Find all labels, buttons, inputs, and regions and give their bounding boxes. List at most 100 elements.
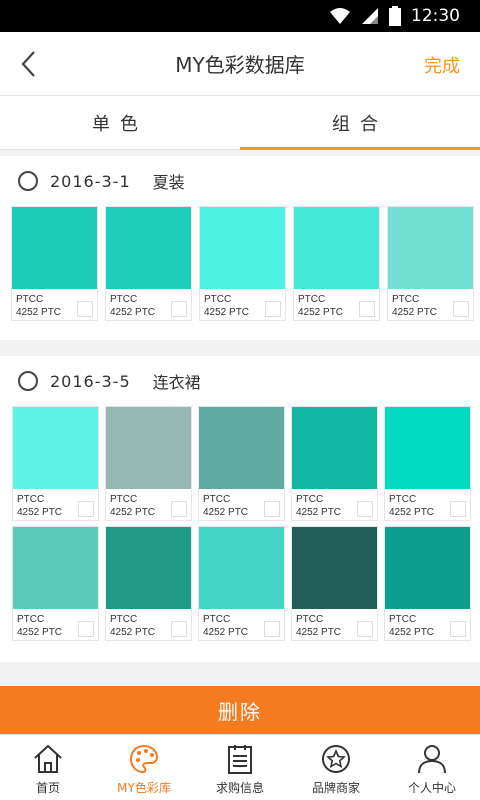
palette-icon (126, 741, 162, 777)
color-chip (106, 527, 191, 609)
color-chip (385, 527, 470, 609)
swatch-label: PTCC 4252 PTC (204, 294, 250, 318)
nav-item-profile[interactable]: 个人中心 (384, 735, 480, 800)
swatch-row: PTCC 4252 PTC PTCC 4252 PTC PTCC 4252 PTC P… (0, 526, 480, 641)
swatch-checkbox[interactable] (77, 301, 93, 317)
list-icon (222, 741, 258, 777)
swatch-checkbox[interactable] (265, 301, 281, 317)
home-icon (30, 741, 66, 777)
swatch-label: PTCC 4252 PTC (16, 294, 62, 318)
color-swatch[interactable]: PTCC 4252 PTC (387, 206, 474, 321)
page-title: MY色彩数据库 (175, 53, 305, 77)
swatch-label: PTCC 4252 PTC (17, 614, 63, 638)
swatch-row: PTCC 4252 PTC PTCC 4252 PTC PTCC 4252 PTC P… (0, 406, 480, 521)
color-chip (106, 407, 191, 489)
color-group: 2016-3-1 夏装 PTCC 4252 PTC PTCC 4252 PTC PT… (0, 156, 480, 340)
nav-item-purchase-info[interactable]: 求购信息 (192, 735, 288, 800)
color-chip (12, 207, 97, 289)
tab-bar: 单色 组合 (0, 96, 480, 150)
color-swatch[interactable]: PTCC 4252 PTC (105, 406, 192, 521)
chevron-left-icon (21, 51, 35, 77)
swatch-checkbox[interactable] (171, 301, 187, 317)
group-name: 连衣裙 (152, 373, 201, 392)
group-date: 2016-3-5 (50, 371, 131, 391)
done-button[interactable]: 完成 (424, 52, 460, 78)
color-swatch[interactable]: PTCC 4252 PTC (384, 526, 471, 641)
nav-label: 品牌商家 (311, 781, 360, 795)
swatch-label: PTCC 4252 PTC (298, 294, 344, 318)
color-swatch[interactable]: PTCC 4252 PTC (293, 206, 380, 321)
color-chip (385, 407, 470, 489)
color-swatch[interactable]: PTCC 4252 PTC (198, 526, 285, 641)
nav-item-home[interactable]: 首页 (0, 735, 96, 800)
swatch-checkbox[interactable] (357, 501, 373, 517)
group-header: 2016-3-1 夏装 (0, 156, 480, 206)
color-swatch[interactable]: PTCC 4252 PTC (11, 206, 98, 321)
color-chip (13, 527, 98, 609)
select-radio[interactable] (18, 371, 38, 391)
brand-badge-icon (318, 741, 354, 777)
color-chip (199, 527, 284, 609)
swatch-label: PTCC 4252 PTC (389, 614, 435, 638)
nav-label: 个人中心 (407, 781, 456, 795)
swatch-checkbox[interactable] (453, 301, 469, 317)
swatch-label: PTCC 4252 PTC (203, 494, 249, 518)
swatch-checkbox[interactable] (171, 621, 187, 637)
back-button[interactable] (12, 46, 44, 82)
color-swatch[interactable]: PTCC 4252 PTC (12, 526, 99, 641)
tab-combination[interactable]: 组合 (240, 96, 480, 150)
color-chip (199, 407, 284, 489)
status-time: 12:30 (411, 6, 460, 26)
color-swatch[interactable]: PTCC 4252 PTC (198, 406, 285, 521)
color-swatch[interactable]: PTCC 4252 PTC (105, 526, 192, 641)
app-header: MY色彩数据库 完成 (0, 32, 480, 96)
swatch-checkbox[interactable] (357, 621, 373, 637)
select-radio[interactable] (18, 171, 38, 191)
color-chip (106, 207, 191, 289)
group-name: 夏装 (152, 173, 185, 192)
color-swatch[interactable]: PTCC 4252 PTC (291, 526, 378, 641)
color-swatch[interactable]: PTCC 4252 PTC (12, 406, 99, 521)
status-bar: 12:30 (0, 0, 480, 32)
swatch-label: PTCC 4252 PTC (110, 294, 156, 318)
color-swatch[interactable]: PTCC 4252 PTC (384, 406, 471, 521)
swatch-checkbox[interactable] (264, 621, 280, 637)
swatch-checkbox[interactable] (264, 501, 280, 517)
swatch-checkbox[interactable] (450, 621, 466, 637)
group-header: 2016-3-5 连衣裙 (0, 356, 480, 406)
color-group: 2016-3-5 连衣裙 PTCC 4252 PTC PTCC 4252 PTC P… (0, 356, 480, 662)
color-chip (388, 207, 473, 289)
bottom-nav: 首页 MY色彩库 求购信息 品牌商家 个人中心 (0, 734, 480, 800)
color-chip (292, 407, 377, 489)
color-chip (200, 207, 285, 289)
swatch-checkbox[interactable] (359, 301, 375, 317)
color-chip (13, 407, 98, 489)
nav-label: 首页 (35, 781, 60, 795)
swatch-checkbox[interactable] (450, 501, 466, 517)
swatch-label: PTCC 4252 PTC (389, 494, 435, 518)
swatch-label: PTCC 4252 PTC (296, 614, 342, 638)
swatch-label: PTCC 4252 PTC (110, 494, 156, 518)
wifi-icon (330, 8, 350, 24)
signal-icon (362, 8, 378, 24)
swatch-checkbox[interactable] (171, 501, 187, 517)
color-swatch[interactable]: PTCC 4252 PTC (291, 406, 378, 521)
nav-label: MY色彩库 (117, 781, 171, 795)
color-swatch[interactable]: PTCC 4252 PTC (105, 206, 192, 321)
delete-button[interactable]: 删除 (0, 686, 480, 734)
battery-icon (389, 6, 401, 26)
tab-single-color[interactable]: 单色 (0, 96, 240, 149)
color-swatch[interactable]: PTCC 4252 PTC (199, 206, 286, 321)
nav-label: 求购信息 (215, 781, 264, 795)
nav-item-my-colors[interactable]: MY色彩库 (96, 735, 192, 800)
swatch-label: PTCC 4252 PTC (203, 614, 249, 638)
swatch-label: PTCC 4252 PTC (110, 614, 156, 638)
person-icon (414, 741, 450, 777)
swatch-label: PTCC 4252 PTC (392, 294, 438, 318)
swatch-checkbox[interactable] (78, 501, 94, 517)
swatch-row: PTCC 4252 PTC PTCC 4252 PTC PTCC 4252 PTC P… (0, 206, 480, 321)
nav-item-brands[interactable]: 品牌商家 (288, 735, 384, 800)
color-chip (294, 207, 379, 289)
swatch-label: PTCC 4252 PTC (17, 494, 63, 518)
swatch-checkbox[interactable] (78, 621, 94, 637)
